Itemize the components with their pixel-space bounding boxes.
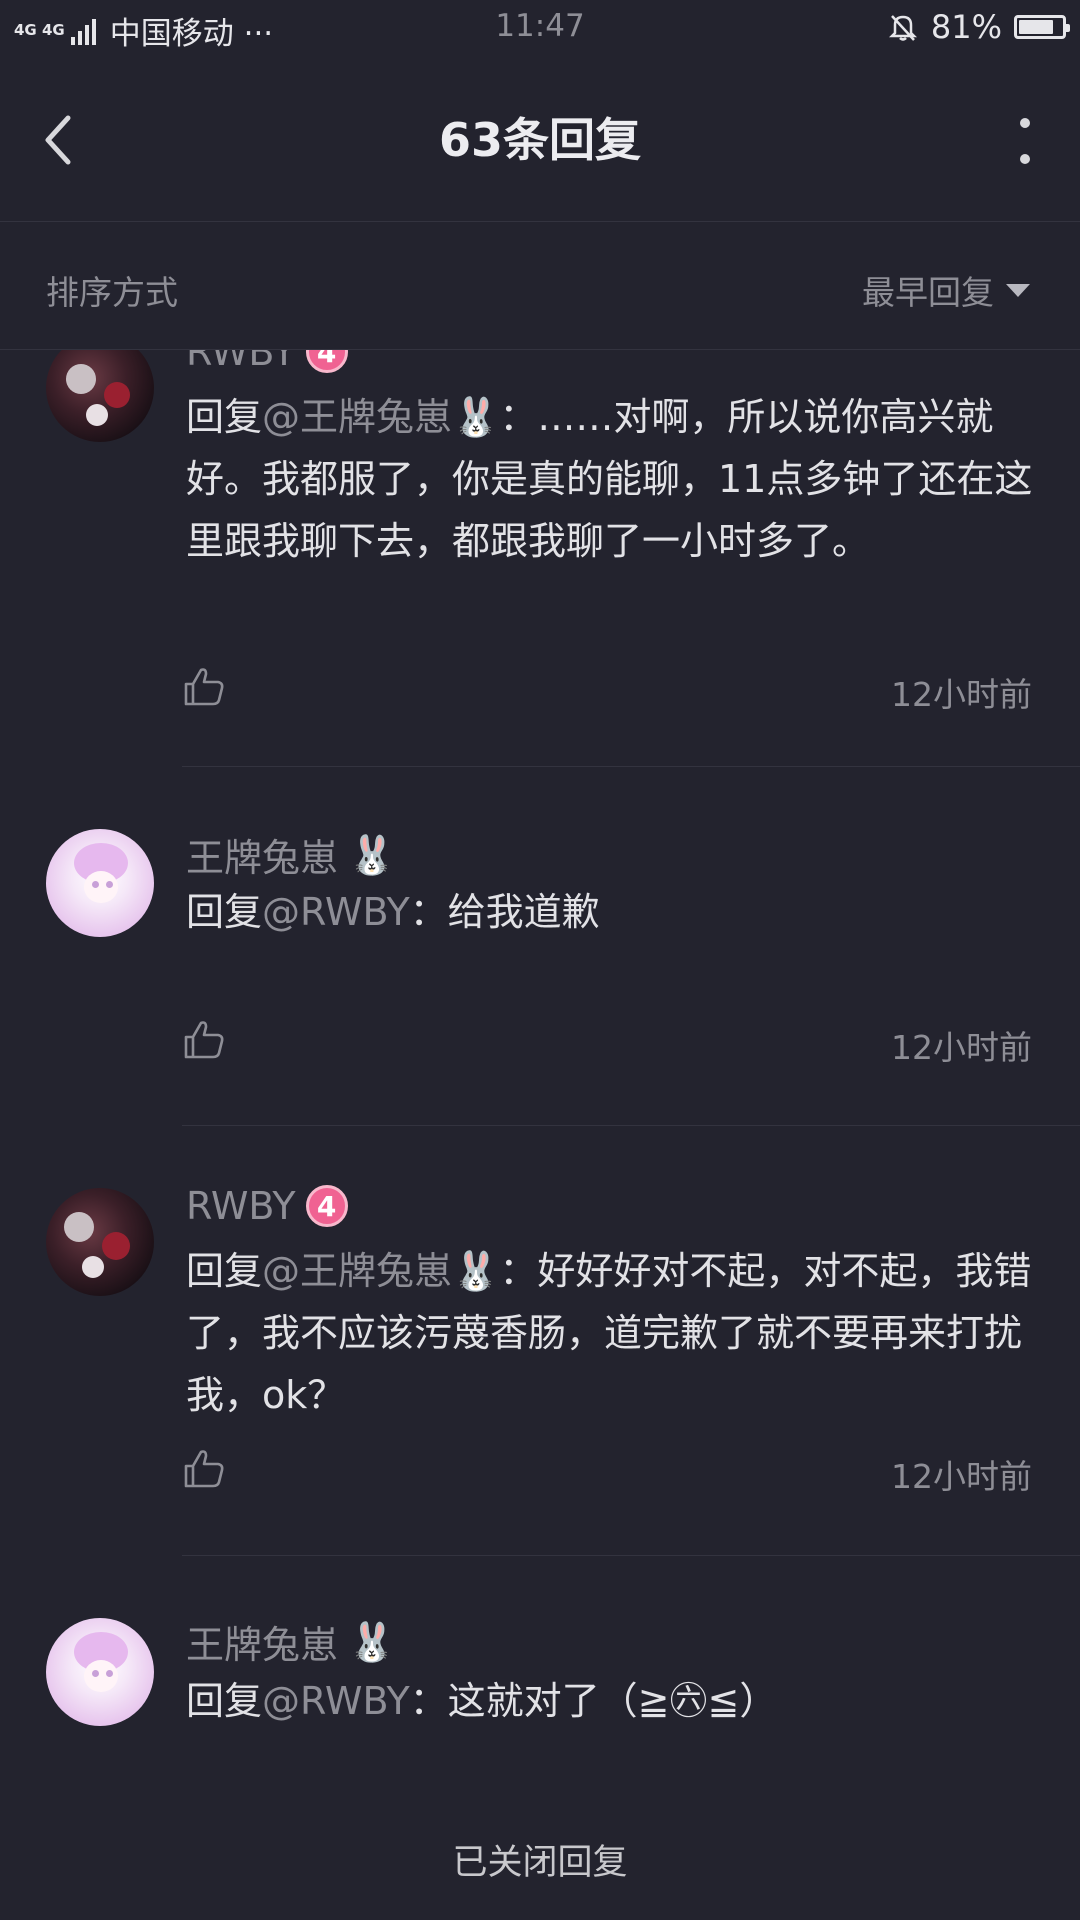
reply-item: 王牌兔崽 🐰 回复@RWBY：给我道歉 12小时前: [0, 767, 1080, 1125]
battery-icon: [1014, 15, 1070, 39]
status-right: 81%: [887, 8, 1070, 46]
mention-link[interactable]: @RWBY: [262, 1679, 410, 1723]
sort-value: 最早回复: [862, 273, 994, 312]
author-name: 王牌兔崽: [186, 836, 339, 880]
reply-list[interactable]: RWBY 4 回复@王牌兔崽🐰：……对啊，所以说你高兴就好。我都服了，你是真的能…: [0, 350, 1080, 1770]
page-title: 63条回复: [438, 113, 641, 167]
level-badge: 4: [305, 1185, 348, 1227]
level-badge: 4: [305, 350, 348, 373]
author-name: RWBY: [186, 350, 296, 374]
reply-text: 回复@RWBY：给我道歉: [186, 881, 1046, 943]
reply-time: 12小时前: [891, 675, 1032, 714]
reply-text: 回复@RWBY：这就对了（≧㊅≦）: [186, 1670, 1046, 1732]
mention-link[interactable]: @王牌兔崽: [262, 1249, 452, 1293]
dropdown-triangle-icon: [1006, 283, 1030, 297]
sort-dropdown[interactable]: 最早回复: [862, 266, 1030, 314]
thumbs-up-icon[interactable]: [182, 1446, 226, 1490]
reply-text: 回复@王牌兔崽🐰：……对啊，所以说你高兴就好。我都服了，你是真的能聊，11点多钟…: [186, 386, 1046, 572]
reply-closed-text: 已关闭回复: [452, 1843, 628, 1883]
reply-item: 王牌兔崽 🐰 回复@RWBY：这就对了（≧㊅≦）: [0, 1556, 1080, 1770]
bunny-emoji-icon: 🐰: [348, 1619, 396, 1664]
reply-time: 12小时前: [891, 1028, 1032, 1067]
author-name: RWBY: [186, 1184, 296, 1228]
reply-prefix: 回复: [186, 1249, 263, 1293]
mention-link[interactable]: @王牌兔崽: [262, 395, 452, 439]
bunny-emoji-icon: 🐰: [452, 395, 500, 439]
sort-bar: 排序方式 最早回复: [0, 222, 1080, 350]
bunny-emoji-icon: 🐰: [348, 832, 396, 877]
reply-content: ：这就对了（≧㊅≦）: [409, 1679, 778, 1723]
reply-content: ：给我道歉: [409, 890, 600, 934]
author-name: 王牌兔崽: [186, 1623, 339, 1667]
reply-item: RWBY 4 回复@王牌兔崽🐰：好好好对不起，对不起，我错了，我不应该污蔑香肠，…: [0, 1126, 1080, 1540]
battery-percent: 81%: [930, 8, 1002, 46]
avatar[interactable]: [46, 1188, 154, 1296]
mention-link[interactable]: @RWBY: [262, 890, 410, 934]
thumbs-up-icon[interactable]: [182, 1017, 226, 1061]
vertical-dots-icon[interactable]: [1010, 118, 1040, 164]
reply-author[interactable]: 王牌兔崽 🐰: [186, 1614, 395, 1669]
reply-prefix: 回复: [186, 890, 263, 934]
reply-author[interactable]: 王牌兔崽 🐰: [186, 827, 395, 882]
avatar[interactable]: [46, 829, 154, 937]
top-bar: 63条回复: [0, 56, 1080, 222]
reply-time: 12小时前: [891, 1457, 1032, 1496]
reply-text: 回复@王牌兔崽🐰：好好好对不起，对不起，我错了，我不应该污蔑香肠，道完歉了就不要…: [186, 1240, 1046, 1426]
reply-author[interactable]: RWBY 4: [186, 1184, 348, 1228]
mute-bell-icon: [888, 15, 917, 41]
bunny-emoji-icon: 🐰: [452, 1249, 500, 1293]
status-bar: 4G 4G 中国移动 ··· 11:47 81%: [0, 0, 1080, 56]
reply-closed-bar: 已关闭回复: [0, 1770, 1080, 1920]
reply-author[interactable]: RWBY 4: [186, 350, 348, 374]
thumbs-up-icon[interactable]: [182, 664, 226, 708]
reply-item: RWBY 4 回复@王牌兔崽🐰：……对啊，所以说你高兴就好。我都服了，你是真的能…: [0, 350, 1080, 714]
reply-prefix: 回复: [186, 1679, 263, 1723]
avatar[interactable]: [46, 350, 154, 442]
reply-prefix: 回复: [186, 395, 263, 439]
avatar[interactable]: [46, 1618, 154, 1726]
sort-label: 排序方式: [46, 273, 178, 312]
